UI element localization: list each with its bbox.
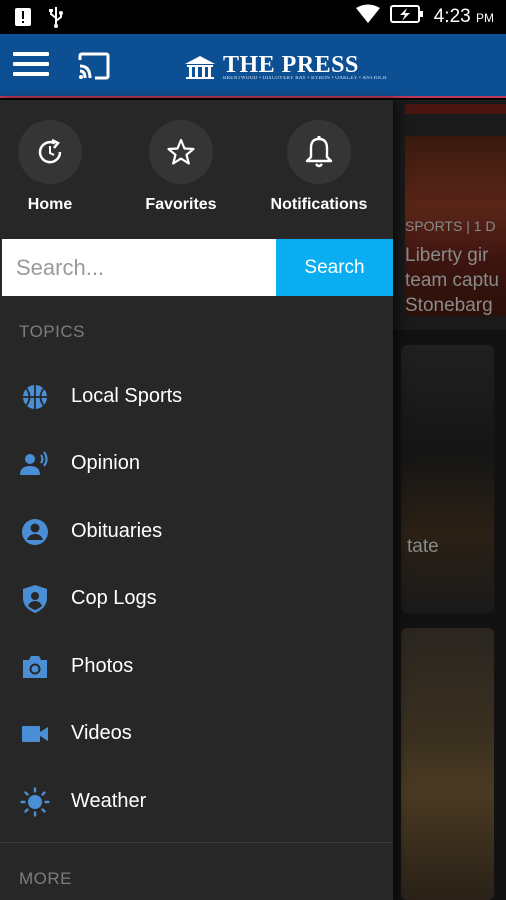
topic-label: Videos	[71, 722, 132, 744]
topic-label: Weather	[71, 790, 147, 812]
favorites-label: Favorites	[145, 196, 217, 213]
logo-subtitle: BRENTWOOD • DISCOVERY BAY • BYRON • OAKL…	[223, 75, 387, 81]
sun-icon	[20, 786, 50, 817]
cast-icon[interactable]	[77, 52, 111, 80]
search-bar: Search	[2, 239, 393, 296]
navigation-drawer: Home Favorites Notifications Search TOPI…	[0, 100, 393, 900]
topic-opinion[interactable]: Opinion	[0, 430, 393, 497]
alert-icon	[14, 7, 32, 32]
person-icon	[20, 517, 50, 547]
background-story-card: SPORTS | 1 D Liberty gir team captu Ston…	[393, 100, 506, 330]
background-banner	[405, 104, 506, 114]
wifi-icon	[355, 4, 380, 29]
shield-icon	[20, 584, 50, 614]
background-story-category: SPORTS | 1 D	[405, 218, 496, 234]
notifications-label: Notifications	[270, 196, 368, 213]
background-story-card: tate	[401, 345, 494, 613]
topic-photos[interactable]: Photos	[0, 633, 393, 700]
background-story-card	[401, 628, 494, 900]
topic-weather[interactable]: Weather	[0, 768, 393, 835]
battery-charging-icon	[389, 4, 424, 29]
topic-local-sports[interactable]: Local Sports	[0, 363, 393, 430]
more-header: MORE	[19, 869, 72, 888]
topic-videos[interactable]: Videos	[0, 700, 393, 767]
bell-icon	[287, 120, 351, 184]
menu-button[interactable]	[13, 52, 49, 80]
search-button[interactable]: Search	[276, 239, 393, 296]
camera-icon	[20, 652, 50, 682]
topic-label: Cop Logs	[71, 587, 157, 609]
topic-label: Local Sports	[71, 385, 183, 407]
topic-label: Opinion	[71, 452, 140, 474]
logo[interactable]: THE PRESS BRENTWOOD • DISCOVERY BAY • BY…	[183, 51, 387, 83]
clock: 4:23 PM	[433, 5, 494, 27]
logo-building-icon	[183, 54, 217, 80]
speaker-icon	[20, 449, 50, 479]
background-story-line: tate	[407, 536, 439, 557]
quick-actions: Home Favorites Notifications	[0, 100, 393, 230]
topic-obituaries[interactable]: Obituaries	[0, 498, 393, 565]
home-label: Home	[27, 196, 73, 213]
home-refresh-icon	[18, 120, 82, 184]
favorites-button[interactable]: Favorites	[116, 120, 246, 214]
topic-cop-logs[interactable]: Cop Logs	[0, 565, 393, 632]
star-icon	[149, 120, 213, 184]
background-story-line: Liberty gir	[405, 245, 489, 266]
logo-text: THE PRESS	[223, 51, 359, 78]
search-input[interactable]	[2, 239, 276, 296]
basketball-icon	[20, 382, 50, 412]
video-icon	[20, 719, 50, 749]
topic-label: Photos	[71, 655, 134, 677]
app-bar: THE PRESS BRENTWOOD • DISCOVERY BAY • BY…	[0, 34, 506, 98]
topic-label: Obituaries	[71, 520, 163, 542]
topics-header: TOPICS	[19, 322, 85, 341]
notifications-button[interactable]: Notifications	[254, 120, 384, 214]
home-button[interactable]: Home	[0, 120, 115, 214]
divider	[0, 842, 393, 843]
background-feed: SPORTS | 1 D Liberty gir team captu Ston…	[393, 100, 506, 900]
background-story-line: team captu	[405, 270, 499, 291]
usb-icon	[48, 6, 64, 33]
background-story-line: Stonebarg	[405, 295, 493, 316]
status-bar: 4:23 PM	[0, 0, 506, 34]
